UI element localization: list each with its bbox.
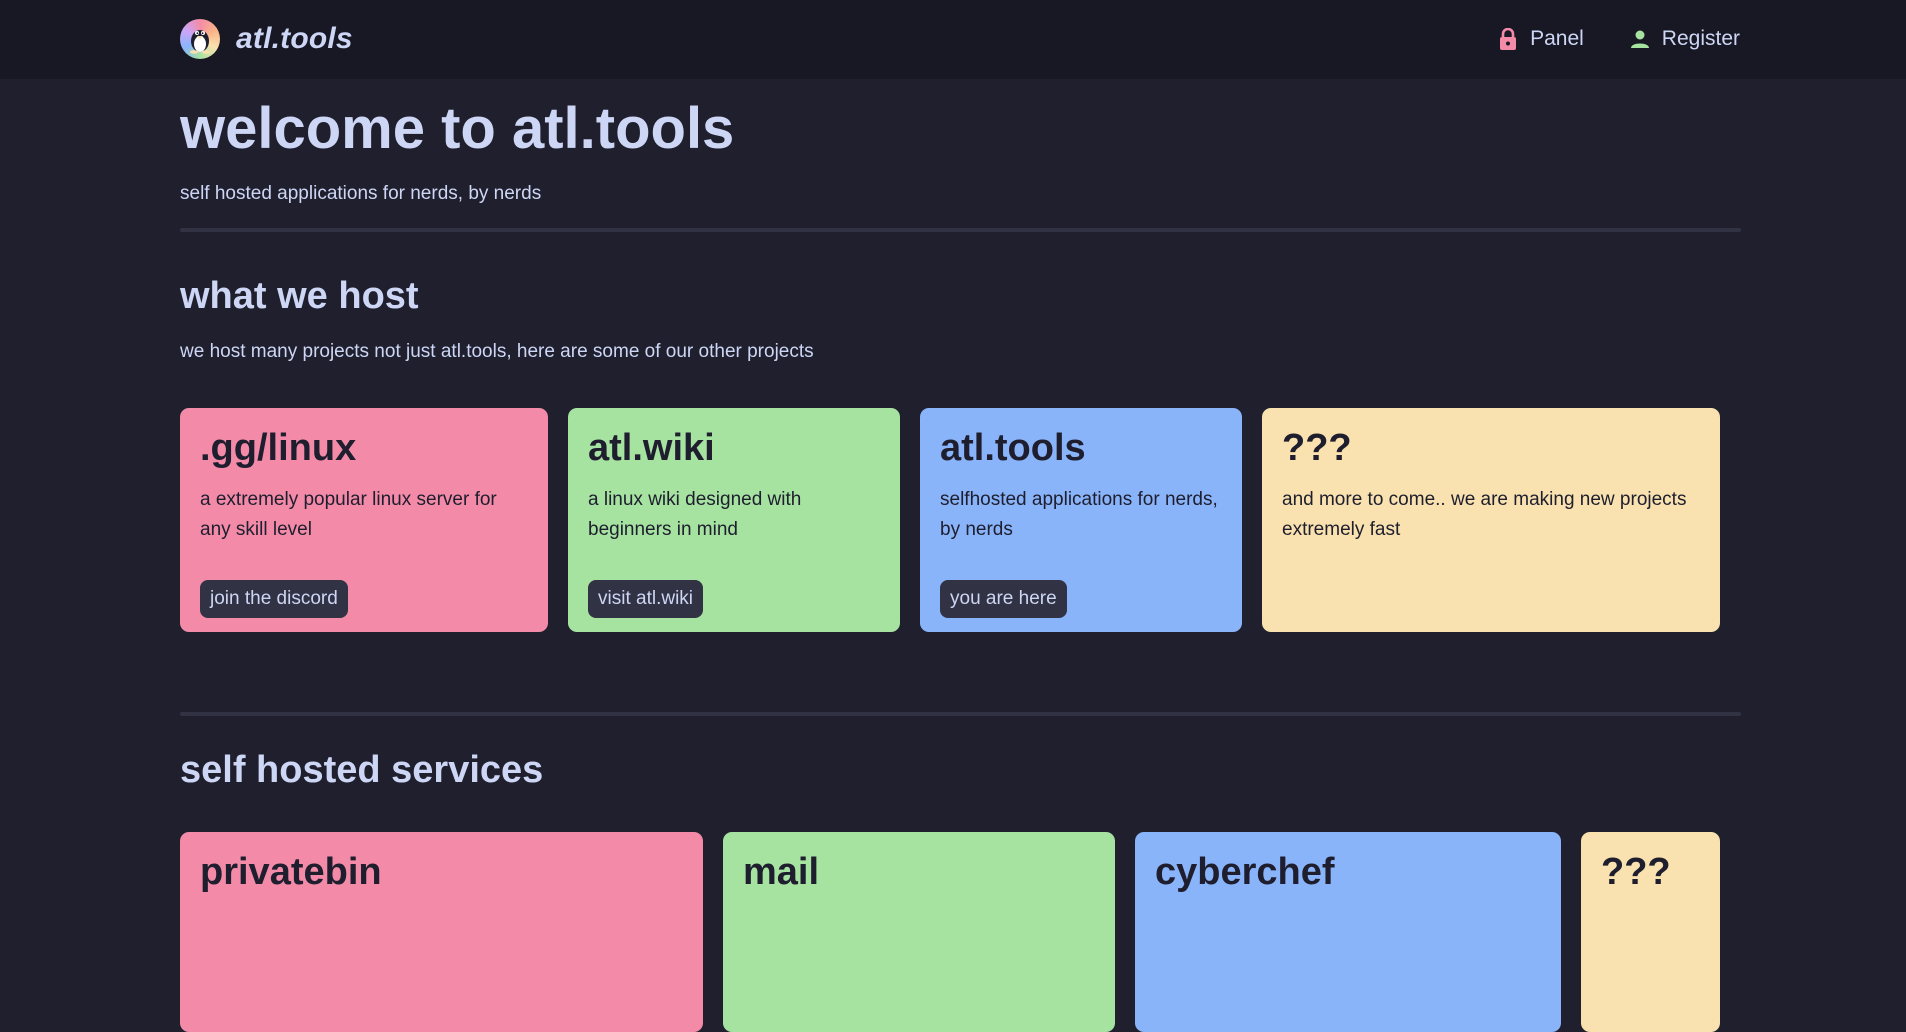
project-card-wiki: atl.wiki a linux wiki designed with begi… (568, 408, 900, 632)
card-title: atl.wiki (588, 427, 715, 469)
join-discord-button[interactable]: join the discord (200, 580, 348, 618)
nav-panel-link[interactable]: Panel (1498, 27, 1584, 51)
card-text: and more to come.. we are making new pro… (1282, 489, 1687, 540)
divider (180, 228, 1741, 232)
card-text: a extremely popular linux server for any… (200, 489, 497, 540)
brand-name[interactable]: atl.tools (236, 22, 353, 56)
service-card-mail: mail (723, 832, 1115, 1032)
project-card-more: ??? and more to come.. we are making new… (1262, 408, 1720, 632)
tux-logo-icon (180, 19, 220, 59)
card-text: selfhosted applications for nerds, by ne… (940, 489, 1218, 540)
services-section-title: self hosted services (180, 749, 544, 791)
service-card-cyberchef: cyberchef (1135, 832, 1561, 1032)
visit-wiki-button[interactable]: visit atl.wiki (588, 580, 704, 618)
nav-links: Panel Register (1498, 24, 1740, 54)
project-card-tools: atl.tools selfhosted applications for ne… (920, 408, 1242, 632)
host-section-title: what we host (180, 275, 419, 317)
host-section-description: we host many projects not just atl.tools… (180, 341, 814, 362)
lock-icon (1500, 28, 1517, 50)
service-card-more: ??? (1581, 832, 1720, 1032)
person-icon (1630, 30, 1649, 48)
nav-register-link[interactable]: Register (1630, 27, 1740, 51)
hero-title: welcome to atl.tools (180, 96, 735, 161)
nav-panel-label: Panel (1530, 27, 1584, 50)
project-card-linux: .gg/linux a extremely popular linux serv… (180, 408, 548, 632)
brand[interactable]: atl.tools (180, 19, 353, 59)
divider (180, 712, 1741, 716)
card-text: a linux wiki designed with beginners in … (588, 489, 802, 540)
card-title: ??? (1282, 427, 1352, 469)
card-title: ??? (1601, 851, 1671, 893)
card-title: mail (743, 851, 820, 893)
service-card-privatebin: privatebin (180, 832, 703, 1032)
hero-subtitle: self hosted applications for nerds, by n… (180, 183, 542, 204)
card-title: .gg/linux (200, 427, 357, 469)
top-navbar: atl.tools Panel Register (0, 0, 1906, 79)
card-title: atl.tools (940, 427, 1086, 469)
nav-register-label: Register (1661, 27, 1740, 50)
you-are-here-button[interactable]: you are here (940, 580, 1067, 618)
card-title: privatebin (200, 851, 382, 893)
card-title: cyberchef (1155, 851, 1335, 893)
